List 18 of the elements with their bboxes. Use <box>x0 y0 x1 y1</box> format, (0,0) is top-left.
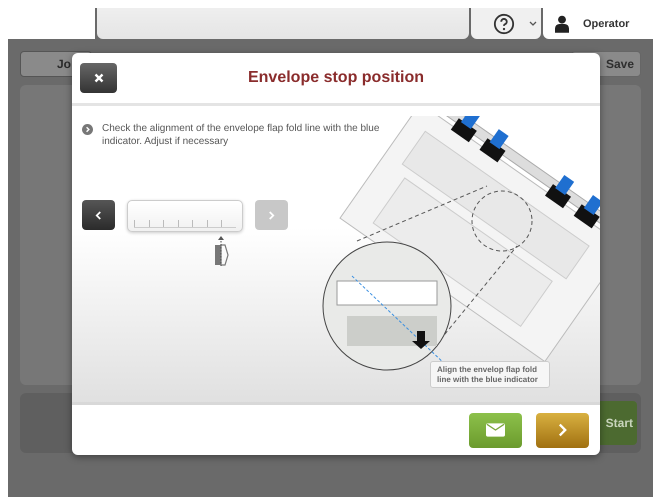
chevron-right-icon <box>268 210 275 220</box>
callout-text: Align the envelop flap fold line with the blue indicator <box>430 361 550 388</box>
chevron-left-icon <box>95 210 102 220</box>
chevron-circle-icon <box>82 124 93 135</box>
dialog-title: Envelope stop position <box>246 69 425 87</box>
envelope-button[interactable] <box>469 412 522 448</box>
help-menu[interactable] <box>471 8 541 39</box>
person-icon <box>555 14 569 32</box>
chevron-down-icon <box>529 21 537 26</box>
help-icon <box>493 12 515 34</box>
previous-button[interactable] <box>82 200 115 230</box>
next-step-button[interactable] <box>536 412 589 448</box>
envelope-icon <box>486 423 505 437</box>
chevron-right-icon <box>558 423 567 437</box>
close-icon <box>94 73 104 83</box>
instruction-text: Check the alignment of the envelope flap fold line with the blue indicator. Adjust if necessary <box>102 123 380 148</box>
close-button[interactable] <box>80 63 117 93</box>
user-menu[interactable]: Operator <box>543 8 653 39</box>
